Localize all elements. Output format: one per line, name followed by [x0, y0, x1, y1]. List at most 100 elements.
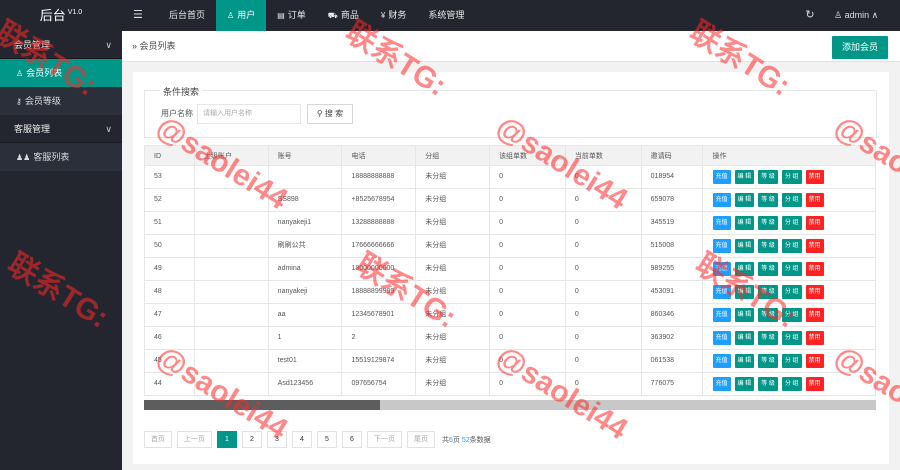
charge-button[interactable]: 充值 [712, 308, 731, 322]
ban-button[interactable]: 禁用 [805, 285, 824, 299]
nav-system[interactable]: 系统管理 [417, 0, 475, 31]
charge-button[interactable]: 充值 [712, 331, 731, 345]
col-header: ID [145, 146, 195, 165]
row-actions: 充值编 辑等 级分 组禁用 [712, 373, 876, 395]
edit-button[interactable]: 编 辑 [734, 239, 755, 253]
pager-page[interactable]: 5 [317, 431, 337, 448]
level-button[interactable]: 等 级 [758, 354, 778, 368]
level-button[interactable]: 等 级 [758, 285, 778, 299]
group-button[interactable]: 分 组 [781, 216, 802, 230]
level-button[interactable]: 等 级 [758, 216, 778, 230]
sidebar-group-service[interactable]: 客服管理 ∨ [0, 115, 122, 143]
scrollbar-thumb[interactable] [144, 400, 380, 410]
ban-button[interactable]: 禁用 [805, 239, 824, 253]
admin-menu[interactable]: ♙ admin ∧ [834, 0, 878, 31]
ban-button[interactable]: 禁用 [805, 193, 824, 207]
group-button[interactable]: 分 组 [781, 239, 802, 253]
pagination: 首页 上一页 1 2 3 4 5 6 下一页 尾页 共6页 52条数据 [144, 431, 491, 448]
nav-goods[interactable]: ⛟ 商品 [317, 0, 370, 31]
level-button[interactable]: 等 级 [758, 170, 778, 184]
charge-button[interactable]: 充值 [712, 193, 731, 207]
level-button[interactable]: 等 级 [758, 239, 778, 253]
group-button[interactable]: 分 组 [781, 331, 802, 345]
edit-button[interactable]: 编 辑 [734, 285, 755, 299]
nav-finance[interactable]: ¥ 财务 [370, 0, 417, 31]
charge-button[interactable]: 充值 [712, 216, 731, 230]
table-row: 44 Asd123456 097656754 未分组 0 0 776075 充值编 辑等 级分… [144, 373, 876, 396]
pager-first[interactable]: 首页 [144, 431, 172, 448]
edit-button[interactable]: 编 辑 [734, 308, 755, 322]
menu-toggle-icon[interactable]: ☰ [133, 8, 144, 22]
charge-button[interactable]: 充值 [712, 239, 731, 253]
nav-users[interactable]: ♙ 用户 [216, 0, 267, 31]
pager-last[interactable]: 尾页 [407, 431, 435, 448]
group-button[interactable]: 分 组 [781, 285, 802, 299]
table-actions-cell: 充值编 辑等 级分 组禁用 [703, 281, 876, 303]
ban-button[interactable]: 禁用 [805, 262, 824, 276]
ban-button[interactable]: 禁用 [805, 377, 824, 391]
edit-button[interactable]: 编 辑 [734, 377, 755, 391]
group-button[interactable]: 分 组 [781, 354, 802, 368]
ban-button[interactable]: 禁用 [805, 216, 824, 230]
refresh-icon[interactable]: ↻ [798, 0, 822, 31]
charge-button[interactable]: 充值 [712, 354, 731, 368]
pager-page[interactable]: 3 [267, 431, 287, 448]
pager-next[interactable]: 下一页 [367, 431, 402, 448]
table-cell: 1 [269, 327, 343, 349]
sidebar-item-member-level[interactable]: ⚷ 会员等级 [0, 87, 122, 115]
table-cell: nanyakeji1 [269, 212, 343, 234]
ban-button[interactable]: 禁用 [805, 331, 824, 345]
search-input[interactable]: 请输入用户名称 [197, 104, 301, 124]
pager-page[interactable]: 6 [342, 431, 362, 448]
group-button[interactable]: 分 组 [781, 377, 802, 391]
edit-button[interactable]: 编 辑 [734, 170, 755, 184]
edit-button[interactable]: 编 辑 [734, 193, 755, 207]
sidebar-item-service-list[interactable]: ♟♟ 客服列表 [0, 143, 122, 171]
edit-button[interactable]: 编 辑 [734, 262, 755, 276]
level-button[interactable]: 等 级 [758, 331, 778, 345]
group-button[interactable]: 分 组 [781, 308, 802, 322]
add-member-button[interactable]: 添加会员 [832, 36, 888, 59]
group-button[interactable]: 分 组 [781, 262, 802, 276]
member-table: ID 上级账户 账号 电话 分组 该组单数 当前单数 邀请码 操作 53 1888… [144, 145, 876, 396]
level-button[interactable]: 等 级 [758, 377, 778, 391]
table-cell [195, 350, 269, 372]
pager-prev[interactable]: 上一页 [177, 431, 212, 448]
table-row: 50 刷刷公共 17666666666 未分组 0 0 515008 充值编 辑等 级分 组禁… [144, 235, 876, 258]
search-legend: 条件搜索 [160, 85, 203, 98]
breadcrumb-bar: » 会员列表 [122, 31, 900, 62]
sidebar-item-member-list[interactable]: ♙ 会员列表 [0, 59, 122, 87]
edit-button[interactable]: 编 辑 [734, 216, 755, 230]
search-button-label: 搜 索 [324, 109, 344, 118]
group-button[interactable]: 分 组 [781, 170, 802, 184]
chevron-down-icon: ∨ [105, 40, 112, 50]
nav-orders[interactable]: ▤ 订单 [266, 0, 317, 31]
edit-button[interactable]: 编 辑 [734, 354, 755, 368]
pager-page-current[interactable]: 1 [217, 431, 237, 448]
level-button[interactable]: 等 级 [758, 193, 778, 207]
table-cell: 18888888888 [342, 166, 417, 188]
group-button[interactable]: 分 组 [781, 193, 802, 207]
table-cell: 0 [566, 350, 642, 372]
charge-button[interactable]: 充值 [712, 262, 731, 276]
table-cell: 0 [490, 281, 566, 303]
ban-button[interactable]: 禁用 [805, 308, 824, 322]
level-button[interactable]: 等 级 [758, 308, 778, 322]
col-header: 电话 [342, 146, 417, 165]
pager-page[interactable]: 2 [242, 431, 262, 448]
row-actions: 充值编 辑等 级分 组禁用 [712, 350, 876, 372]
edit-button[interactable]: 编 辑 [734, 331, 755, 345]
horizontal-scrollbar[interactable] [144, 400, 876, 410]
table-actions-cell: 充值编 辑等 级分 组禁用 [703, 166, 876, 188]
charge-button[interactable]: 充值 [712, 285, 731, 299]
nav-home[interactable]: 后台首页 [158, 0, 216, 31]
sidebar-group-members[interactable]: 会员管理 ∨ [0, 31, 122, 59]
ban-button[interactable]: 禁用 [805, 170, 824, 184]
level-button[interactable]: 等 级 [758, 262, 778, 276]
pager-page[interactable]: 4 [292, 431, 312, 448]
charge-button[interactable]: 充值 [712, 170, 731, 184]
charge-button[interactable]: 充值 [712, 377, 731, 391]
search-button[interactable]: ⚲ 搜 索 [307, 104, 353, 124]
table-header: ID 上级账户 账号 电话 分组 该组单数 当前单数 邀请码 操作 [144, 145, 876, 166]
ban-button[interactable]: 禁用 [805, 354, 824, 368]
